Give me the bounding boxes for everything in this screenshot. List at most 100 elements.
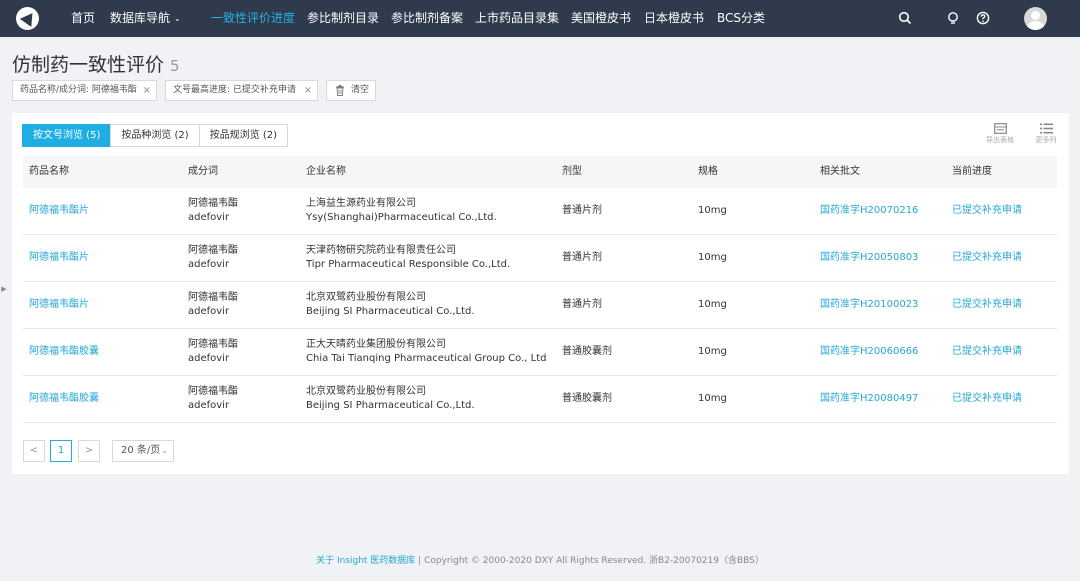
dosage-form-cell: 普通片剂 xyxy=(562,205,602,216)
nav-bcs[interactable]: BCS分类 xyxy=(717,0,765,37)
chevron-down-icon: ⌄ xyxy=(161,446,168,455)
export-table-label: 导出表格 xyxy=(986,136,1014,144)
column-header-approval[interactable]: 相关批文 xyxy=(820,156,860,188)
progress-link[interactable]: 已提交补充申请 xyxy=(952,329,1022,375)
company-cell: 天津药物研究院药业有限责任公司 Tipr Pharmaceutical Respo… xyxy=(306,244,510,272)
logo-icon[interactable] xyxy=(16,7,39,30)
table-row: 阿德福韦酯片 阿德福韦酯 adefovir 北京双鹭药业股份有限公司 Beijing… xyxy=(23,282,1057,329)
search-icon[interactable] xyxy=(898,11,912,25)
page-1-button[interactable]: 1 xyxy=(50,440,72,462)
close-icon[interactable]: × xyxy=(143,81,151,100)
nav-database-nav[interactable]: 数据库导航 ⌄ xyxy=(110,0,181,37)
list-icon xyxy=(1039,123,1053,134)
spec-cell: 10mg xyxy=(698,252,727,263)
company-en: Chia Tai Tianqing Pharmaceutical Group C… xyxy=(306,353,547,364)
user-avatar[interactable] xyxy=(1024,7,1047,30)
column-header-ingredient[interactable]: 成分词 xyxy=(188,156,218,188)
results-card: 按文号浏览 (5) 按品种浏览 (2) 按品规浏览 (2) 导出表格 更多列 药… xyxy=(12,113,1069,474)
trash-icon xyxy=(335,85,345,104)
drug-name-link[interactable]: 阿德福韦酯片 xyxy=(29,188,89,234)
nav-home[interactable]: 首页 xyxy=(71,0,95,37)
drug-name-link[interactable]: 阿德福韦酯胶囊 xyxy=(29,376,99,422)
close-icon[interactable]: × xyxy=(304,81,312,100)
company-cell: 北京双鹭药业股份有限公司 Beijing SI Pharmaceutical Co… xyxy=(306,385,475,413)
dosage-form-cell: 普通胶囊剂 xyxy=(562,393,612,404)
approval-link[interactable]: 国药准字H20100023 xyxy=(820,282,918,328)
help-icon[interactable] xyxy=(976,11,990,25)
ingredient-cn: 阿德福韦酯 xyxy=(188,292,238,303)
column-header-drug-name[interactable]: 药品名称 xyxy=(29,156,69,188)
progress-link[interactable]: 已提交补充申请 xyxy=(952,188,1022,234)
column-header-progress[interactable]: 当前进度 xyxy=(952,156,992,188)
filter-tag-drug-name: 药品名称/成分词: 阿德福韦酯 × xyxy=(12,80,157,101)
export-table-button[interactable]: 导出表格 xyxy=(986,123,1014,145)
result-count: 5 xyxy=(170,57,180,75)
column-header-spec[interactable]: 规格 xyxy=(698,156,718,188)
view-tabs: 按文号浏览 (5) 按品种浏览 (2) 按品规浏览 (2) xyxy=(22,124,289,147)
page-size-value: 20 条/页 xyxy=(121,445,161,456)
company-cell: 上海益生源药业有限公司 Ysy(Shanghai)Pharmaceutical C… xyxy=(306,197,497,225)
page-title-text: 仿制药一致性评价 xyxy=(12,54,165,76)
approval-link[interactable]: 国药准字H20060666 xyxy=(820,329,918,375)
top-navbar: 首页 数据库导航 ⌄ 一致性评价进度 参比制剂目录 参比制剂备案 上市药品目录集 … xyxy=(0,0,1080,37)
nav-jp-orange-book[interactable]: 日本橙皮书 xyxy=(644,0,704,37)
company-en: Beijing SI Pharmaceutical Co.,Ltd. xyxy=(306,306,475,317)
dosage-form-cell: 普通胶囊剂 xyxy=(562,346,612,357)
drug-name-link[interactable]: 阿德福韦酯片 xyxy=(29,282,89,328)
company-cn: 北京双鹭药业股份有限公司 xyxy=(306,292,426,303)
clear-filters-label: 清空 xyxy=(351,85,370,95)
clear-filters-button[interactable]: 清空 xyxy=(326,80,376,101)
ingredient-en: adefovir xyxy=(188,353,230,364)
nav-reference-filing[interactable]: 参比制剂备案 xyxy=(391,0,463,37)
approval-link[interactable]: 国药准字H20080497 xyxy=(820,376,918,422)
spec-cell: 10mg xyxy=(698,393,727,404)
company-cn: 天津药物研究院药业有限责任公司 xyxy=(306,245,456,256)
nav-listed-drugs[interactable]: 上市药品目录集 xyxy=(475,0,559,37)
page-size-select[interactable]: 20 条/页 ⌄ xyxy=(112,440,174,462)
company-cn: 正大天晴药业集团股份有限公司 xyxy=(306,339,446,350)
table-header: 药品名称 成分词 企业名称 剂型 规格 相关批文 当前进度 xyxy=(23,156,1057,188)
sidebar-expand-icon[interactable]: ▶ xyxy=(0,280,8,298)
lightbulb-icon[interactable] xyxy=(946,11,960,25)
ingredient-en: adefovir xyxy=(188,400,230,411)
ingredient-cn: 阿德福韦酯 xyxy=(188,245,238,256)
table-row: 阿德福韦酯片 阿德福韦酯 adefovir 天津药物研究院药业有限责任公司 Tipr… xyxy=(23,235,1057,282)
progress-link[interactable]: 已提交补充申请 xyxy=(952,282,1022,328)
column-header-company[interactable]: 企业名称 xyxy=(306,156,346,188)
prev-page-button[interactable]: < xyxy=(23,440,45,462)
table-row: 阿德福韦酯片 阿德福韦酯 adefovir 上海益生源药业有限公司 Ysy(Shan… xyxy=(23,188,1057,235)
drug-name-link[interactable]: 阿德福韦酯片 xyxy=(29,235,89,281)
dosage-form-cell: 普通片剂 xyxy=(562,252,602,263)
company-en: Ysy(Shanghai)Pharmaceutical Co.,Ltd. xyxy=(306,212,497,223)
filter-tag-progress: 文号最高进度: 已提交补充申请 × xyxy=(165,80,318,101)
tab-by-spec[interactable]: 按品规浏览 (2) xyxy=(198,124,289,147)
dosage-form-cell: 普通片剂 xyxy=(562,299,602,310)
tab-by-variety[interactable]: 按品种浏览 (2) xyxy=(110,124,200,147)
approval-link[interactable]: 国药准字H20050803 xyxy=(820,235,918,281)
nav-consistency-progress[interactable]: 一致性评价进度 xyxy=(211,0,295,37)
more-columns-button[interactable]: 更多列 xyxy=(1032,123,1060,145)
progress-link[interactable]: 已提交补充申请 xyxy=(952,376,1022,422)
company-cell: 正大天晴药业集团股份有限公司 Chia Tai Tianqing Pharmace… xyxy=(306,338,546,366)
ingredient-cell: 阿德福韦酯 adefovir xyxy=(188,197,238,225)
approval-link[interactable]: 国药准字H20070216 xyxy=(820,188,918,234)
company-cn: 上海益生源药业有限公司 xyxy=(306,198,416,209)
chevron-down-icon: ⌄ xyxy=(174,14,181,23)
filter-tag-label: 文号最高进度: 已提交补充申请 xyxy=(173,85,296,95)
nav-database-nav-label: 数据库导航 xyxy=(110,11,171,25)
more-columns-label: 更多列 xyxy=(1035,136,1057,144)
next-page-button[interactable]: > xyxy=(78,440,100,462)
progress-link[interactable]: 已提交补充申请 xyxy=(952,235,1022,281)
spec-cell: 10mg xyxy=(698,205,727,216)
nav-us-orange-book[interactable]: 美国橙皮书 xyxy=(571,0,631,37)
tab-by-approval[interactable]: 按文号浏览 (5) xyxy=(22,124,112,147)
spec-cell: 10mg xyxy=(698,299,727,310)
drug-name-link[interactable]: 阿德福韦酯胶囊 xyxy=(29,329,99,375)
ingredient-cn: 阿德福韦酯 xyxy=(188,339,238,350)
footer: 关于 Insight 医药数据库 | Copyright © 2000-2020… xyxy=(0,553,1080,566)
nav-reference-catalog[interactable]: 参比制剂目录 xyxy=(307,0,379,37)
company-en: Tipr Pharmaceutical Responsible Co.,Ltd. xyxy=(306,259,511,270)
column-header-dosage-form[interactable]: 剂型 xyxy=(562,156,582,188)
company-en: Beijing SI Pharmaceutical Co.,Ltd. xyxy=(306,400,475,411)
footer-about-link[interactable]: 关于 Insight 医药数据库 xyxy=(316,556,415,566)
